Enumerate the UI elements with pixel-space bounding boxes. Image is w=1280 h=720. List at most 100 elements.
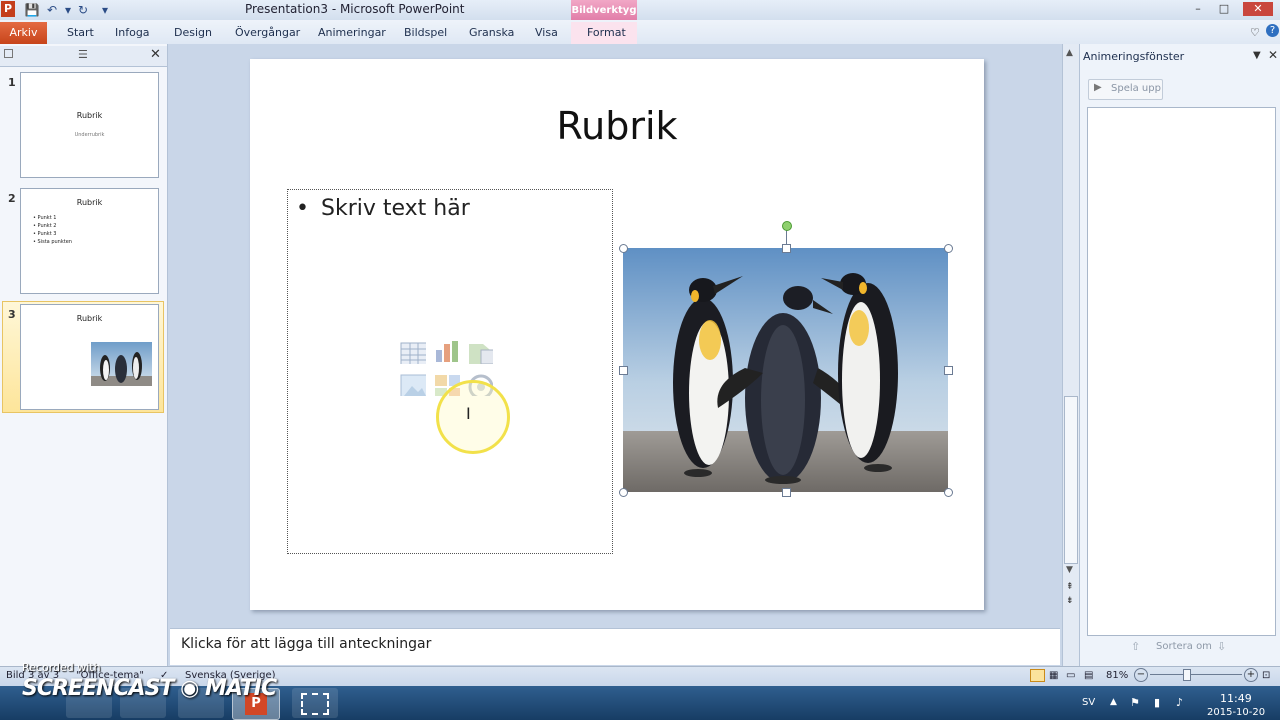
content-text[interactable]: Skriv text här <box>321 196 470 221</box>
tab-arkiv[interactable]: Arkiv <box>0 22 47 44</box>
slideshow-icon[interactable]: ▤ <box>1084 670 1093 681</box>
slide-sorter-icon[interactable]: ▦ <box>1049 670 1058 681</box>
thumb-subtitle: Underrubrik <box>74 132 105 138</box>
slides-tab-icon[interactable] <box>4 49 13 58</box>
title-bar <box>0 0 1280 20</box>
thumb-title: Rubrik <box>76 198 103 207</box>
zoom-in-icon[interactable]: + <box>1244 668 1258 682</box>
resize-handle-se[interactable] <box>944 488 953 497</box>
resize-handle-s[interactable] <box>782 488 791 497</box>
slide-thumbnail-1[interactable]: Rubrik Underrubrik <box>20 72 159 178</box>
thumb-bullet: • Punkt 2 <box>33 223 57 229</box>
reorder-label: Sortera om <box>1156 641 1212 652</box>
slide-title[interactable]: Rubrik <box>250 104 984 148</box>
content-placeholder[interactable] <box>287 189 613 554</box>
resize-handle-nw[interactable] <box>619 244 628 253</box>
thumb-number: 2 <box>8 192 16 205</box>
thumb-bullets: • Punkt 1 • Punkt 2 • Punkt 3 • Sista pu… <box>33 214 72 246</box>
thumb-picture <box>91 342 152 386</box>
thumb-bullet: • Sista punkten <box>33 239 72 245</box>
tab-infoga[interactable]: Infoga <box>115 26 150 39</box>
thumb-bullet: • Punkt 3 <box>33 231 57 237</box>
tab-granska[interactable]: Granska <box>469 26 514 39</box>
customize-qat-icon[interactable]: ▾ <box>97 2 113 18</box>
tab-start[interactable]: Start <box>67 26 94 39</box>
resize-handle-n[interactable] <box>782 244 791 253</box>
insert-picture-icon[interactable] <box>400 374 426 396</box>
network-icon[interactable]: ▮ <box>1154 696 1160 709</box>
animation-pane-title: Animeringsfönster <box>1083 50 1185 63</box>
clock-date[interactable]: 2015-10-20 <box>1207 707 1265 718</box>
scroll-down-icon[interactable]: ▼ <box>1066 565 1073 575</box>
reading-view-icon[interactable]: ▭ <box>1066 670 1075 681</box>
cursor-highlight <box>436 380 510 454</box>
notes-scrollbar[interactable] <box>1066 632 1078 662</box>
tab-format[interactable]: Format <box>587 26 626 39</box>
tab-overgangar[interactable]: Övergångar <box>235 26 300 39</box>
normal-view-icon[interactable] <box>1030 669 1045 682</box>
resize-handle-sw[interactable] <box>619 488 628 497</box>
insert-table-icon[interactable] <box>400 342 426 364</box>
resize-handle-e[interactable] <box>944 366 953 375</box>
clock-time[interactable]: 11:49 <box>1220 692 1252 705</box>
thumb-number: 1 <box>8 76 16 89</box>
zoom-out-icon[interactable]: − <box>1134 668 1148 682</box>
chevron-down-icon[interactable]: ▼ <box>1253 50 1261 61</box>
input-language[interactable]: SV <box>1082 697 1095 708</box>
outline-tab-icon[interactable]: ☰ <box>78 48 88 61</box>
animation-list[interactable] <box>1087 107 1276 636</box>
watermark-logo: SCREENCAST ◉ MATIC <box>22 676 277 701</box>
tab-animeringar[interactable]: Animeringar <box>318 26 386 39</box>
zoom-slider-track[interactable] <box>1150 674 1242 675</box>
thumb-title: Rubrik <box>76 314 103 323</box>
tray-expand-icon[interactable]: ▲ <box>1110 697 1117 707</box>
slide-thumbnail-3[interactable]: Rubrik <box>20 304 159 410</box>
next-slide-icon[interactable]: ⇟ <box>1066 596 1074 606</box>
powerpoint-logo-icon[interactable]: P <box>1 1 15 17</box>
scroll-up-icon[interactable]: ▲ <box>1066 48 1073 58</box>
rotate-handle[interactable] <box>782 221 792 231</box>
thumb-number: 3 <box>8 308 16 321</box>
help-icon[interactable]: ? <box>1266 24 1279 37</box>
tab-bildspel[interactable]: Bildspel <box>404 26 447 39</box>
play-icon: ▶ <box>1094 82 1102 93</box>
thumb-bullet: • Punkt 1 <box>33 215 57 221</box>
volume-icon[interactable]: ♪ <box>1176 696 1183 709</box>
scrollbar-thumb[interactable] <box>1064 396 1078 564</box>
zoom-slider-thumb[interactable] <box>1183 669 1191 681</box>
undo-icon[interactable]: ↶ <box>44 2 60 18</box>
move-down-icon[interactable]: ⇩ <box>1217 640 1226 653</box>
redo-icon[interactable]: ↻ <box>75 2 91 18</box>
screen-recorder-icon[interactable] <box>292 688 338 718</box>
save-icon[interactable]: 💾 <box>24 2 40 18</box>
context-tab-group: Bildverktyg <box>571 0 637 22</box>
move-up-icon[interactable]: ⇧ <box>1131 640 1140 653</box>
minimize-button[interactable]: – <box>1187 2 1209 16</box>
slide-thumbnail-2[interactable]: Rubrik • Punkt 1 • Punkt 2 • Punkt 3 • S… <box>20 188 159 294</box>
tab-visa[interactable]: Visa <box>535 26 558 39</box>
chevron-down-icon[interactable]: ▾ <box>60 2 76 18</box>
play-button[interactable]: ▶ Spela upp <box>1088 79 1163 100</box>
penguin-picture[interactable] <box>623 248 948 492</box>
ribbon-collapse-icon[interactable]: ♡ <box>1250 26 1260 39</box>
previous-slide-icon[interactable]: ⇞ <box>1066 582 1074 592</box>
watermark-text: Recorded with <box>22 661 101 674</box>
notes-placeholder[interactable]: Klicka för att lägga till anteckningar <box>181 636 431 652</box>
fit-to-window-icon[interactable]: ⊡ <box>1262 670 1270 681</box>
close-button[interactable]: ✕ <box>1243 2 1273 16</box>
insert-chart-icon[interactable] <box>434 340 460 362</box>
resize-handle-w[interactable] <box>619 366 628 375</box>
insert-smartart-icon[interactable] <box>467 342 493 364</box>
play-button-label: Spela upp <box>1111 83 1161 94</box>
maximize-button[interactable]: □ <box>1213 2 1235 16</box>
close-icon[interactable]: ✕ <box>150 47 161 62</box>
bullet: • <box>296 196 309 221</box>
zoom-level[interactable]: 81% <box>1106 670 1128 681</box>
tab-design[interactable]: Design <box>174 26 212 39</box>
text-cursor-icon: I <box>466 404 471 423</box>
close-icon[interactable]: ✕ <box>1268 48 1278 62</box>
window-title: Presentation3 - Microsoft PowerPoint <box>245 2 465 16</box>
resize-handle-ne[interactable] <box>944 244 953 253</box>
thumb-title: Rubrik <box>76 111 103 120</box>
flag-icon[interactable]: ⚑ <box>1130 696 1140 709</box>
